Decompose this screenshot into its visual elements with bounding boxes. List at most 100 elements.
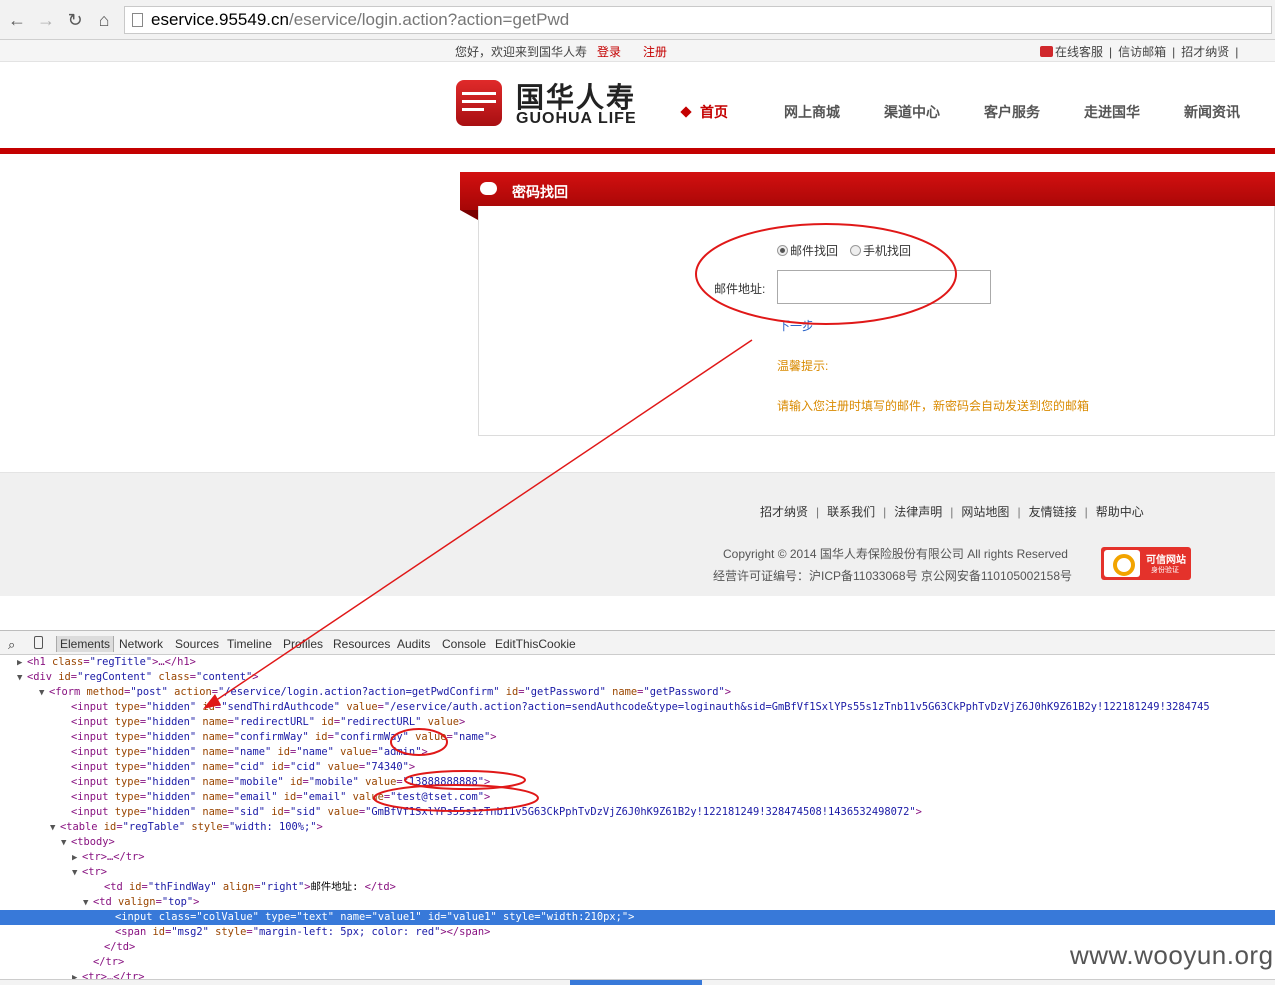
dom-tree-line[interactable]: <input class="colValue" type="text" name… bbox=[0, 910, 1275, 925]
attr-value: "text" bbox=[296, 911, 335, 923]
collapsed-triangle-icon[interactable]: ▶ bbox=[72, 851, 82, 865]
dom-tree-line[interactable]: <input type="hidden" name="redirectURL" … bbox=[0, 715, 1275, 730]
tag-text: ></span> bbox=[440, 926, 491, 938]
complaint-mailbox-link[interactable]: 信访邮箱 bbox=[1118, 45, 1166, 59]
nav-online-mall[interactable]: 网上商城 bbox=[784, 102, 840, 122]
tab-audits[interactable]: Audits bbox=[397, 637, 430, 651]
footer-link-sitemap[interactable]: 网站地图 bbox=[961, 505, 1009, 519]
nav-customer-service[interactable]: 客户服务 bbox=[984, 102, 1040, 122]
dom-tree-line[interactable]: <input type="hidden" name="sid" id="sid"… bbox=[0, 805, 1275, 820]
dom-tree-line[interactable]: ▼ <td valign="top"> bbox=[0, 895, 1275, 910]
dom-tree-line[interactable]: ▼ <div id="regContent" class="content"> bbox=[0, 670, 1275, 685]
attr-name: value bbox=[352, 791, 384, 803]
tab-editthiscookie[interactable]: EditThisCookie bbox=[495, 637, 576, 651]
attr-name: id bbox=[58, 671, 71, 683]
attr-name: id bbox=[271, 806, 284, 818]
attr-name: id bbox=[315, 731, 328, 743]
next-step-link[interactable]: 下一步 bbox=[778, 317, 814, 334]
attr-value: "thFindWay" bbox=[147, 881, 217, 893]
dom-tree-line[interactable]: ▶ <h1 class="regTitle">…</h1> bbox=[0, 655, 1275, 670]
dom-tree-line[interactable]: <input type="hidden" name="email" id="em… bbox=[0, 790, 1275, 805]
footer-link-careers[interactable]: 招才纳贤 bbox=[760, 505, 808, 519]
tag-text: </tr> bbox=[93, 956, 125, 968]
dom-tree-line[interactable]: <td id="thFindWay" align="right">邮件地址: <… bbox=[0, 880, 1275, 895]
nav-home[interactable]: 首页 bbox=[680, 102, 728, 122]
dom-tree-line[interactable]: ▼ <table id="regTable" style="width: 100%… bbox=[0, 820, 1275, 835]
collapsed-triangle-icon[interactable]: ▶ bbox=[17, 656, 27, 670]
expanded-triangle-icon[interactable]: ▼ bbox=[39, 686, 49, 700]
dom-tree-line[interactable]: ▶ <tr>…</tr> bbox=[0, 850, 1275, 865]
radio-phone-recovery[interactable]: 手机找回 bbox=[850, 242, 911, 259]
radio-email-recovery[interactable]: 邮件找回 bbox=[777, 242, 838, 259]
dom-tree-line[interactable]: <input type="hidden" name="mobile" id="m… bbox=[0, 775, 1275, 790]
register-link[interactable]: 注册 bbox=[643, 43, 667, 60]
footer-link-friends[interactable]: 友情链接 bbox=[1029, 505, 1077, 519]
nav-channel-center[interactable]: 渠道中心 bbox=[884, 102, 940, 122]
nav-news[interactable]: 新闻资讯 bbox=[1184, 102, 1240, 122]
trusted-site-badge[interactable]: 可信网站 身份验证 bbox=[1101, 547, 1191, 580]
attr-name: style bbox=[191, 821, 223, 833]
attr-value: "name" bbox=[233, 746, 272, 758]
dom-tree-line[interactable]: ▼ <tr> bbox=[0, 865, 1275, 880]
attr-name: id bbox=[277, 746, 291, 758]
attr-value: "post" bbox=[130, 686, 168, 698]
tab-profiles[interactable]: Profiles bbox=[283, 637, 323, 651]
tag-text: <input bbox=[71, 701, 115, 713]
online-service-link[interactable]: 在线客服 bbox=[1055, 45, 1103, 59]
attr-value: "74340" bbox=[365, 761, 409, 773]
tag-text: <div bbox=[27, 671, 59, 683]
expanded-triangle-icon[interactable]: ▼ bbox=[17, 671, 27, 685]
home-icon[interactable]: ⌂ bbox=[92, 8, 116, 32]
login-link[interactable]: 登录 bbox=[597, 43, 621, 60]
attr-name: id bbox=[321, 716, 334, 728]
tag-text: >…</h1> bbox=[152, 656, 196, 668]
tab-elements[interactable]: Elements bbox=[56, 636, 115, 652]
dom-tree-line[interactable]: ▼ <form method="post" action="/eservice/l… bbox=[0, 685, 1275, 700]
dom-tree-line[interactable]: ▼ <tbody> bbox=[0, 835, 1275, 850]
attr-name: class bbox=[158, 911, 191, 923]
tab-timeline[interactable]: Timeline bbox=[227, 637, 272, 651]
tab-resources[interactable]: Resources bbox=[333, 637, 390, 651]
back-arrow-icon[interactable]: ← bbox=[5, 8, 29, 32]
attr-name: type bbox=[114, 806, 140, 818]
nav-about[interactable]: 走进国华 bbox=[1084, 102, 1140, 122]
forward-arrow-icon[interactable]: → bbox=[34, 8, 58, 32]
footer-link-help[interactable]: 帮助中心 bbox=[1096, 505, 1144, 519]
address-bar[interactable]: eservice.95549.cn/eservice/login.action?… bbox=[124, 6, 1272, 34]
expanded-triangle-icon[interactable]: ▼ bbox=[83, 896, 93, 910]
badge-title: 可信网站 bbox=[1146, 555, 1186, 566]
inspect-search-icon[interactable]: ⌕ bbox=[8, 637, 15, 653]
attr-name: name bbox=[202, 806, 228, 818]
attr-name: id bbox=[283, 791, 297, 803]
tab-network[interactable]: Network bbox=[119, 637, 163, 651]
attr-name: action bbox=[174, 686, 212, 698]
dom-tree-line[interactable]: <input type="hidden" name="confirmWay" i… bbox=[0, 730, 1275, 745]
footer-link-legal[interactable]: 法律声明 bbox=[894, 505, 942, 519]
reload-icon[interactable]: ↻ bbox=[63, 8, 87, 32]
expanded-triangle-icon[interactable]: ▼ bbox=[72, 866, 82, 880]
email-field[interactable] bbox=[777, 270, 991, 304]
attr-value: "redirectURL" bbox=[340, 716, 422, 728]
separator: | bbox=[1172, 45, 1176, 59]
attr-value: "GmBfVf1SxlYPs55s1zTnb11v5G63CkPphTvDzVj… bbox=[365, 806, 916, 818]
logo-icon[interactable] bbox=[456, 80, 502, 126]
logo-english[interactable]: GUOHUA LIFE bbox=[516, 110, 637, 128]
attr-name: method bbox=[86, 686, 125, 698]
device-mode-icon[interactable] bbox=[34, 636, 43, 649]
selected-breadcrumb[interactable] bbox=[570, 980, 702, 985]
tag-text: <input bbox=[71, 776, 115, 788]
panel-title: 密码找回 bbox=[512, 184, 568, 200]
dom-tree-line[interactable]: <input type="hidden" id="sendThirdAuthco… bbox=[0, 700, 1275, 715]
tab-console[interactable]: Console bbox=[442, 637, 486, 651]
attr-name: name bbox=[202, 776, 228, 788]
careers-link[interactable]: 招才纳贤 bbox=[1181, 45, 1229, 59]
attr-value: "confirmWay" bbox=[333, 731, 409, 743]
expanded-triangle-icon[interactable]: ▼ bbox=[50, 821, 60, 835]
tab-sources[interactable]: Sources bbox=[175, 637, 219, 651]
dom-tree-line[interactable]: <span id="msg2" style="margin-left: 5px;… bbox=[0, 925, 1275, 940]
expanded-triangle-icon[interactable]: ▼ bbox=[61, 836, 71, 850]
dom-tree-line[interactable]: <input type="hidden" name="name" id="nam… bbox=[0, 745, 1275, 760]
dom-tree-line[interactable]: <input type="hidden" name="cid" id="cid"… bbox=[0, 760, 1275, 775]
seal-icon bbox=[1104, 550, 1140, 577]
footer-link-contact[interactable]: 联系我们 bbox=[827, 505, 875, 519]
